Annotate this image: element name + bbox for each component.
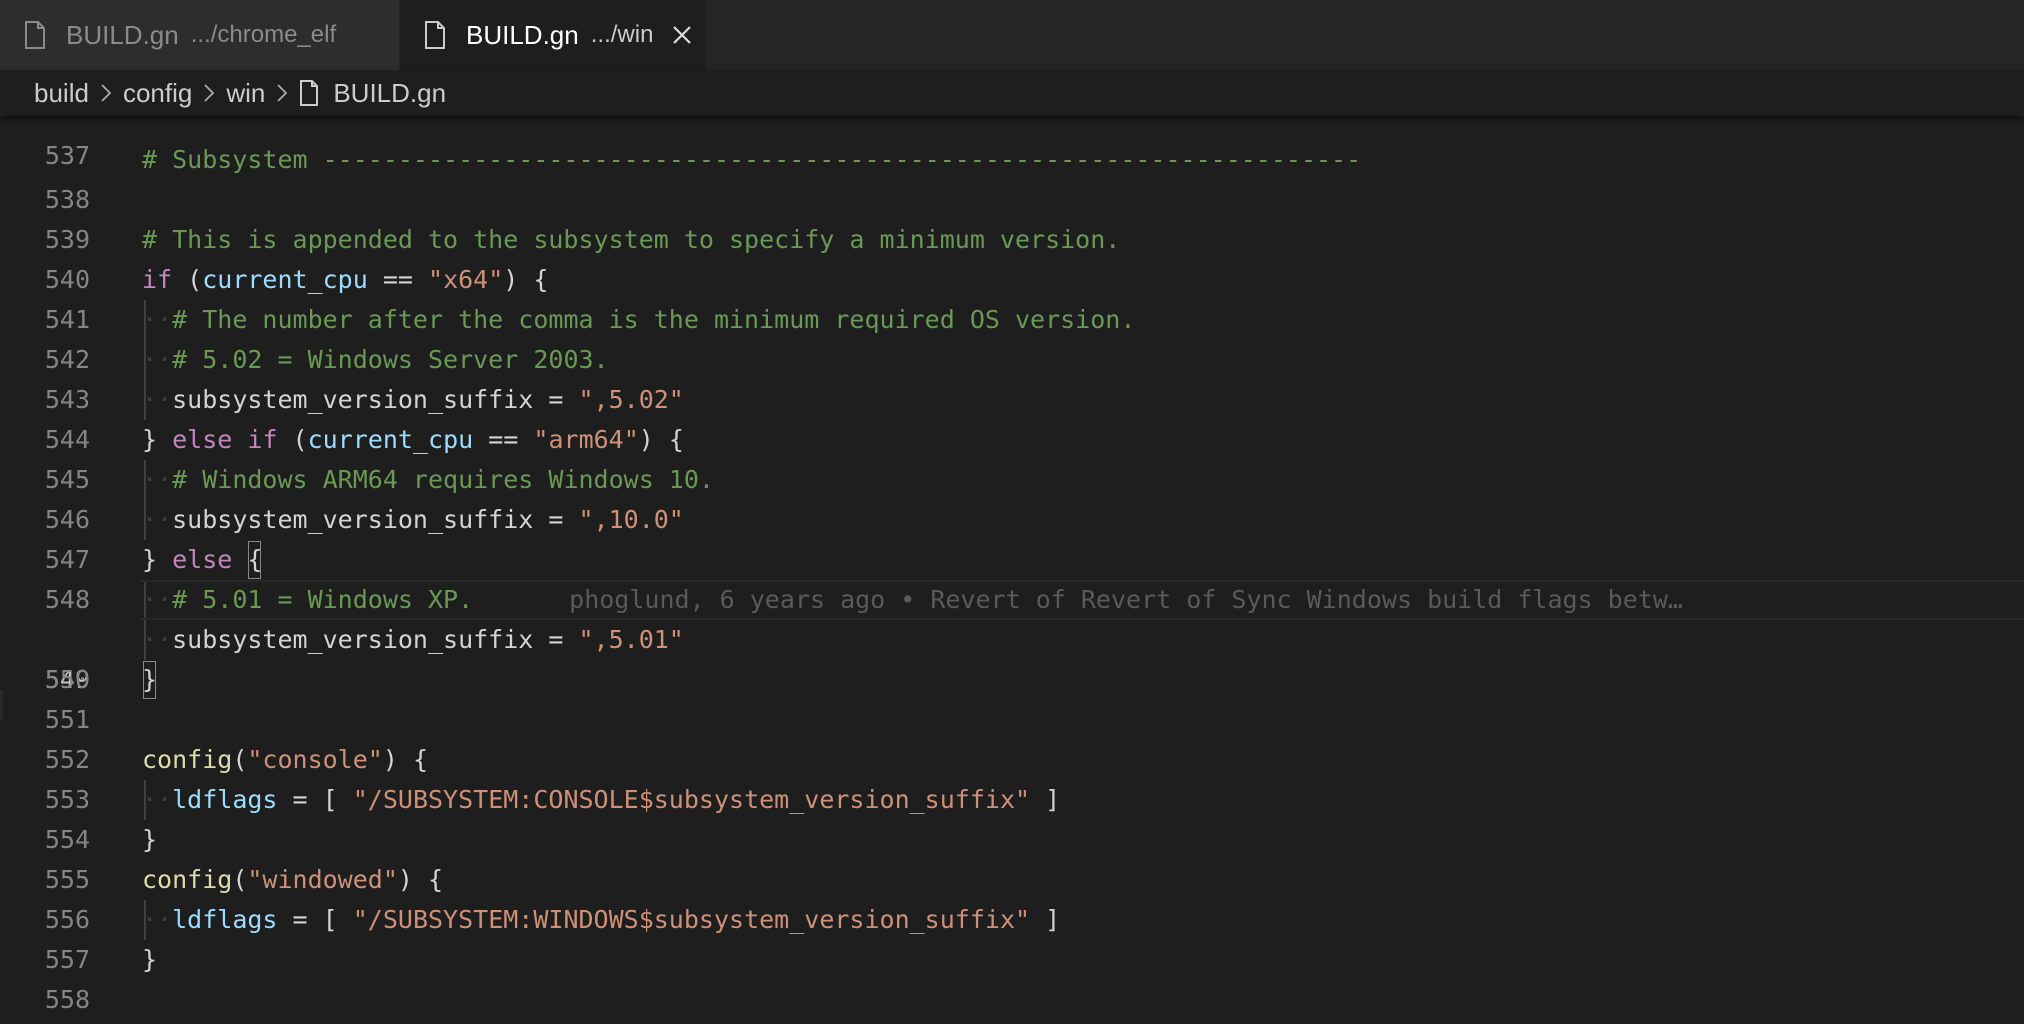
code-string: "arm64": [533, 425, 639, 454]
code-line: 553 config("console") {: [0, 740, 2024, 814]
code-line: 556 config("windowed") {: [0, 860, 2024, 934]
code-operator: ==: [488, 425, 519, 454]
code-line-current: 549 ··# 5.01 = Windows XP. phoglund, 6 ye…: [0, 580, 2024, 694]
tab-filename: BUILD.gn: [466, 19, 579, 50]
bracket-match: {: [247, 540, 262, 580]
code-comment: # The number after the comma is the mini…: [172, 305, 1136, 334]
tab-build-gn-win[interactable]: BUILD.gn .../win: [400, 0, 705, 70]
code-line: 540 # This is appended to the subsystem …: [0, 220, 2024, 294]
code-editor[interactable]: 537 538 # Subsystem --------------------…: [0, 116, 2024, 1024]
line-number: 559: [0, 1020, 90, 1024]
tab-path: .../win: [590, 21, 654, 48]
breadcrumb-item-file[interactable]: BUILD.gn: [333, 78, 446, 109]
breadcrumb-item-win[interactable]: win: [226, 78, 265, 109]
chevron-right-icon: [101, 84, 112, 102]
code-comment: # This is appended to the subsystem to s…: [142, 225, 1121, 254]
code-operator: ==: [382, 265, 413, 294]
code-comment: # 5.02 = Windows Server 2003.: [172, 345, 609, 374]
code-string: ",5.01": [578, 625, 684, 654]
bracket-match: }: [142, 660, 157, 700]
tab-path: .../chrome_elf: [190, 21, 337, 48]
code-comment: # Windows ARM64 requires Windows 10.: [172, 465, 714, 494]
code-line: 552: [0, 700, 2024, 774]
code-line: 538 # Subsystem ------------------------…: [0, 140, 2024, 214]
code-identifier: subsystem_version_suffix: [172, 505, 534, 534]
code-line: 557 ··ldflags = [ "/SUBSYSTEM:WINDOWS$su…: [0, 900, 2024, 974]
code-line: 543 ··# 5.02 = Windows Server 2003.: [0, 340, 2024, 414]
code-keyword: else: [172, 425, 233, 454]
code-line: 541 if (current_cpu == "x64") {: [0, 260, 2024, 334]
code-identifier: subsystem_version_suffix: [172, 625, 534, 654]
code-line: 542 ··# The number after the comma is th…: [0, 300, 2024, 374]
breadcrumb-item-build[interactable]: build: [34, 78, 89, 109]
code-line: 559: [0, 980, 2024, 1020]
code-variable: current_cpu: [202, 265, 368, 294]
breadcrumb-item-config[interactable]: config: [123, 78, 192, 109]
code-line: 551 }: [0, 660, 2024, 734]
code-function: config: [142, 745, 233, 774]
code-variable: current_cpu: [307, 425, 474, 454]
code-line: 550 ··subsystem_version_suffix = ",5.01": [0, 620, 2024, 694]
code-line: 547 ··subsystem_version_suffix = ",10.0": [0, 500, 2024, 574]
code-comment: # Subsystem ----------------------------…: [142, 145, 1362, 174]
code-function: config: [142, 865, 233, 894]
code-line: 539: [0, 180, 2024, 254]
code-string: "windowed": [247, 865, 398, 894]
code-keyword: if: [247, 425, 278, 454]
chevron-right-icon: [204, 84, 215, 102]
tab-bar: BUILD.gn .../chrome_elf BUILD.gn .../win: [0, 0, 2024, 70]
code-comment: # 5.01 = Windows XP.: [172, 585, 474, 614]
code-keyword: if: [142, 265, 173, 294]
code-variable: ldflags: [172, 905, 278, 934]
code-line: 554 ··ldflags = [ "/SUBSYSTEM:CONSOLE$su…: [0, 780, 2024, 854]
file-icon: [25, 21, 45, 49]
code-string: "x64": [428, 265, 504, 294]
code-line: 544 ··subsystem_version_suffix = ",5.02": [0, 380, 2024, 454]
file-icon: [425, 21, 445, 49]
code-line: 558 }: [0, 940, 2024, 1014]
tab-filename: BUILD.gn: [66, 19, 179, 50]
tab-build-gn-chrome-elf[interactable]: BUILD.gn .../chrome_elf: [0, 0, 400, 70]
code-keyword: else: [172, 545, 233, 574]
code-string: "console": [247, 745, 383, 774]
file-icon: [300, 80, 319, 106]
code-variable: ldflags: [172, 785, 278, 814]
code-line: 537: [0, 116, 2024, 170]
code-line: 548 } else {: [0, 540, 2024, 614]
code-string: ",10.0": [578, 505, 684, 534]
chevron-right-icon: [277, 84, 288, 102]
code-string: "/SUBSYSTEM:CONSOLE$subsystem_version_su…: [352, 785, 1031, 814]
git-blame-annotation[interactable]: phoglund, 6 years ago • Revert of Revert…: [569, 585, 1683, 614]
close-icon[interactable]: [671, 24, 693, 46]
code-string: ",5.02": [578, 385, 684, 414]
code-identifier: subsystem_version_suffix: [172, 385, 534, 414]
breadcrumb: build config win BUILD.gn: [0, 70, 2024, 116]
code-string: "/SUBSYSTEM:WINDOWS$subsystem_version_su…: [352, 905, 1031, 934]
code-line: 546 ··# Windows ARM64 requires Windows 1…: [0, 460, 2024, 534]
code-line: 555 }: [0, 820, 2024, 894]
code-line: 545 } else if (current_cpu == "arm64") {: [0, 420, 2024, 494]
